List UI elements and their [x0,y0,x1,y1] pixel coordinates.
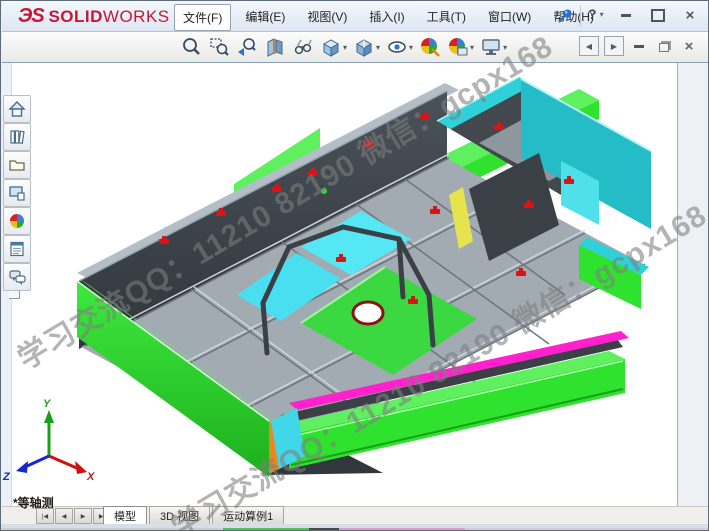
custom-properties-icon [8,240,26,258]
hide-show-items-button[interactable]: ▾ [384,35,415,59]
tab-scroll-buttons: |◀ ◀ ▶ ▶| [36,508,111,524]
help-button[interactable]: ? ▾ [588,6,604,22]
folder-icon [8,156,26,174]
help-icon: ? [588,6,597,22]
zoom-to-area-button[interactable] [206,35,232,59]
chevron-down-icon: ▾ [470,43,474,52]
restore-icon [659,43,669,52]
task-pane [677,63,709,506]
annotation-view-button[interactable] [290,35,316,59]
chevron-down-icon: ▾ [376,43,380,52]
taskpane-home-button[interactable] [3,95,31,123]
heads-up-toolbar: ▾ ▾ ▾ [2,32,709,63]
tab-prev-button[interactable]: ◀ [55,508,73,524]
forum-chat-icon [8,268,26,286]
close-icon: × [685,39,694,54]
previous-view-icon [236,36,258,58]
tab-first-button[interactable]: |◀ [36,508,54,524]
tab-3d-views[interactable]: 3D 视图 [149,506,210,524]
previous-document-button[interactable]: ◀ [579,36,599,56]
view-settings-button[interactable]: ▾ [478,35,509,59]
taskpane-custom-properties-button[interactable] [3,235,31,263]
taskpane-design-library-button[interactable] [3,123,31,151]
taskpane-appearances-button[interactable] [3,207,31,235]
hide-show-items-icon [386,36,408,58]
previous-view-button[interactable] [234,35,260,59]
minimize-icon [621,14,631,17]
chevron-down-icon: ▾ [503,43,507,52]
solidworks-logo: ЭS SOLIDWORKS [18,5,170,28]
titlebar-separator [580,5,581,27]
edit-appearance-button[interactable] [417,35,443,59]
zoom-to-fit-button[interactable] [178,35,204,59]
view-orientation-button[interactable]: ▾ [318,35,349,59]
apply-scene-button[interactable]: ▾ [445,35,476,59]
taskpane-file-explorer-button[interactable] [3,151,31,179]
tab-model[interactable]: 模型 [103,506,147,524]
close-icon: × [686,8,695,23]
logo-mark: ЭS [18,5,44,27]
close-button[interactable]: × [677,5,703,25]
chevron-down-icon: ▾ [600,10,604,19]
minimize-icon [634,45,644,48]
taskpane-view-palette-button[interactable] [3,179,31,207]
document-minimize-button[interactable] [629,37,649,55]
home-icon [8,100,26,118]
tab-motion-study-1[interactable]: 运动算例1 [212,506,284,524]
display-style-button[interactable]: ▾ [351,35,382,59]
menu-tools[interactable]: 工具(T) [419,4,474,31]
graphics-viewport[interactable] [2,63,677,506]
zoom-to-fit-icon [180,36,202,58]
pin-menu-button[interactable] [554,6,576,26]
maximize-button[interactable] [645,5,671,25]
document-tabs: 模型 3D 视图 运动算例1 [103,506,286,524]
next-document-button[interactable]: ▶ [604,36,624,56]
window-controls: × [613,5,703,25]
taskpane-forum-button[interactable] [3,263,31,291]
edit-appearance-icon [419,36,441,58]
view-orientation-icon [320,36,342,58]
document-close-button[interactable]: × [679,37,699,55]
section-view-icon [264,36,286,58]
menu-file[interactable]: 文件(F) [174,4,231,31]
title-bar: ЭS SOLIDWORKS 文件(F) 编辑(E) 视图(V) 插入(I) 工具… [2,1,709,32]
tab-next-button[interactable]: ▶ [74,508,92,524]
menu-view[interactable]: 视图(V) [299,4,355,31]
document-restore-button[interactable] [654,37,674,55]
chevron-down-icon: ▾ [409,43,413,52]
apply-scene-icon [447,36,469,58]
annotation-view-icon [292,36,314,58]
menu-insert[interactable]: 插入(I) [361,4,412,31]
appearances-icon [8,212,26,230]
menu-bar: 文件(F) 编辑(E) 视图(V) 插入(I) 工具(T) 窗口(W) 帮助(H… [174,4,602,31]
pin-icon [556,7,574,25]
document-window-controls: ◀ ▶ × [579,36,699,56]
view-settings-icon [480,36,502,58]
maximize-icon [651,9,665,22]
menu-edit[interactable]: 编辑(E) [237,4,293,31]
chevron-down-icon: ▾ [343,43,347,52]
section-view-button[interactable] [262,35,288,59]
view-toolbar-buttons: ▾ ▾ ▾ [178,35,511,59]
view-palette-icon [8,184,26,202]
solidworks-window: ЭS SOLIDWORKS 文件(F) 编辑(E) 视图(V) 插入(I) 工具… [0,0,709,531]
display-style-icon [353,36,375,58]
minimize-button[interactable] [613,5,639,25]
design-library-icon [8,128,26,146]
menu-window[interactable]: 窗口(W) [480,4,539,31]
zoom-to-area-icon [208,36,230,58]
